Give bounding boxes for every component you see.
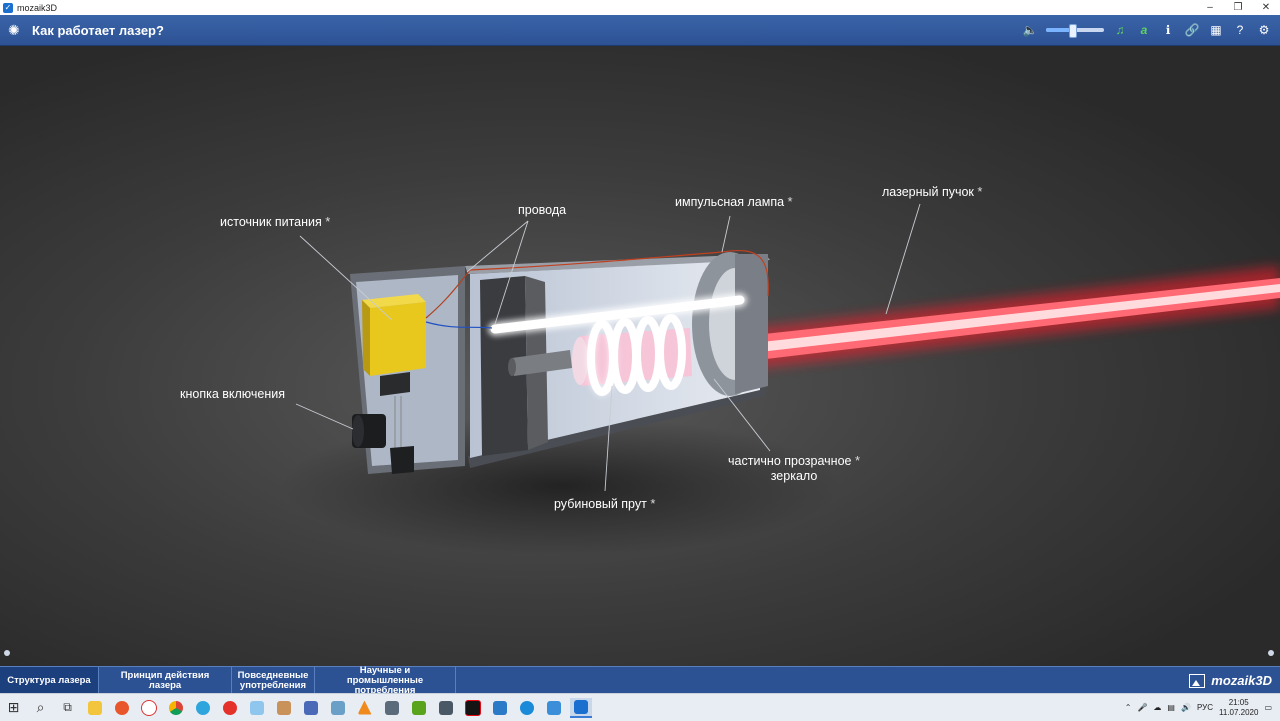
clock[interactable]: 21:05 11.07.2020 <box>1219 698 1258 718</box>
label-laser-beam: лазерный пучок * <box>882 184 983 199</box>
language-indicator[interactable]: РУС <box>1197 703 1213 712</box>
scene-tabs: Структура лазера Принцип действия лазера… <box>0 665 1280 695</box>
tab-everyday-uses[interactable]: Повседневные употребления <box>232 667 315 694</box>
camera-icon[interactable] <box>435 699 457 717</box>
switch-base <box>390 446 414 474</box>
window-title: mozaik3D <box>17 2 58 13</box>
grid-icon[interactable]: ▦ <box>1208 22 1224 38</box>
power-supply <box>370 302 426 376</box>
close-button[interactable]: ✕ <box>1252 0 1280 15</box>
cloud-icon[interactable]: ☁ <box>1153 703 1161 712</box>
corner-marker-right <box>1268 650 1274 656</box>
app-logo-icon: ✓ <box>3 2 13 13</box>
header-toolbar: 🔈 ♫ a ℹ 🔗 ▦ ? ⚙ <box>1022 15 1272 45</box>
power-supply-side <box>362 300 370 376</box>
tab-scientific-uses[interactable]: Научные и промышленные потребления <box>315 665 456 695</box>
app-icon-m[interactable] <box>489 699 511 717</box>
brand-logo: mozaik3D <box>1211 673 1272 688</box>
chrome-icon[interactable] <box>165 699 187 717</box>
search-icon[interactable]: ⌕ <box>30 699 52 717</box>
volume-icon[interactable]: 🔈 <box>1022 22 1038 38</box>
page-title: Как работает лазер? <box>32 22 164 38</box>
system-tray: ⌃ 🎤 ☁ ▤ 🔊 РУС 21:05 11.07.2020 ▭ <box>1125 694 1280 721</box>
window-controls: – ❐ ✕ <box>1196 0 1280 15</box>
label-power-button: кнопка включения <box>180 387 286 401</box>
start-icon[interactable]: ⊞ <box>3 699 25 717</box>
network-icon[interactable]: ▤ <box>1167 703 1175 712</box>
info-icon[interactable]: ℹ <box>1160 22 1176 38</box>
app-icon-4[interactable] <box>543 699 565 717</box>
label-flash-lamp: импульсная лампа * <box>675 194 793 209</box>
task-view-icon[interactable]: ⧉ <box>57 699 79 717</box>
tab-laser-structure[interactable]: Структура лазера <box>0 667 99 694</box>
label-ruby-rod: рубиновый прут * <box>554 496 656 511</box>
netflix-icon[interactable] <box>462 699 484 717</box>
menu-icon[interactable]: ✺ <box>8 22 24 38</box>
firefox-icon[interactable] <box>111 699 133 717</box>
front-cap-edge <box>735 254 768 394</box>
telegram-icon[interactable] <box>192 699 214 717</box>
file-explorer-icon[interactable] <box>84 699 106 717</box>
os-taskbar: ⊞ ⌕ ⧉ ⌃ 🎤 ☁ ▤ 🔊 РУС 21:05 11.07.2020 ▭ <box>0 693 1280 721</box>
help-icon[interactable]: ? <box>1232 22 1248 38</box>
minimize-button[interactable]: – <box>1196 0 1224 15</box>
laser-illustration <box>280 203 1280 556</box>
label-wires: провода <box>518 203 567 217</box>
app-header: ✺ Как работает лазер? 🔈 ♫ a ℹ 🔗 ▦ ? ⚙ <box>0 15 1280 46</box>
yandex-icon[interactable] <box>219 699 241 717</box>
settings-icon[interactable]: ⚙ <box>1256 22 1272 38</box>
vlc-icon[interactable] <box>354 699 376 717</box>
app-icon-1[interactable] <box>273 699 295 717</box>
switch-housing <box>380 372 410 396</box>
clock-date: 11.07.2020 <box>1218 707 1259 717</box>
speaker-icon[interactable]: 🔊 <box>1181 703 1191 712</box>
calculator-icon[interactable] <box>381 699 403 717</box>
text-mode-icon[interactable]: a <box>1136 22 1152 38</box>
laser-3d-scene[interactable]: источник питания * провода импульсная ла… <box>0 46 1280 666</box>
corner-marker-left <box>4 650 10 656</box>
microphone-icon[interactable]: 🎤 <box>1137 703 1147 712</box>
paint-icon[interactable] <box>246 699 268 717</box>
picture-icon[interactable] <box>1189 673 1206 688</box>
mozaik-taskbar-icon[interactable] <box>569 697 592 718</box>
nvidia-icon[interactable] <box>408 699 430 717</box>
app-icon-3[interactable] <box>327 699 349 717</box>
music-icon[interactable]: ♫ <box>1112 22 1128 38</box>
yandex-browser-icon[interactable] <box>138 699 160 717</box>
link-icon[interactable]: 🔗 <box>1184 22 1200 38</box>
notification-icon[interactable]: ▭ <box>1264 703 1272 712</box>
label-power-source: источник питания * <box>220 214 331 229</box>
edge-icon[interactable] <box>516 699 538 717</box>
label-partial-mirror: частично прозрачное * зеркало <box>728 453 861 483</box>
volume-slider[interactable] <box>1046 24 1104 38</box>
window-titlebar: ✓ mozaik3D – ❐ ✕ <box>0 0 1280 15</box>
clock-time: 21:05 <box>1228 697 1249 707</box>
app-icon-2[interactable] <box>300 699 322 717</box>
restore-button[interactable]: ❐ <box>1224 0 1252 15</box>
volume-slider-handle[interactable] <box>1069 24 1078 38</box>
laser-beam-core <box>690 284 1280 360</box>
tab-laser-principle[interactable]: Принцип действия лазера <box>99 667 232 694</box>
chevron-up-icon[interactable]: ⌃ <box>1125 703 1132 712</box>
brand: mozaik3D <box>1189 667 1272 694</box>
